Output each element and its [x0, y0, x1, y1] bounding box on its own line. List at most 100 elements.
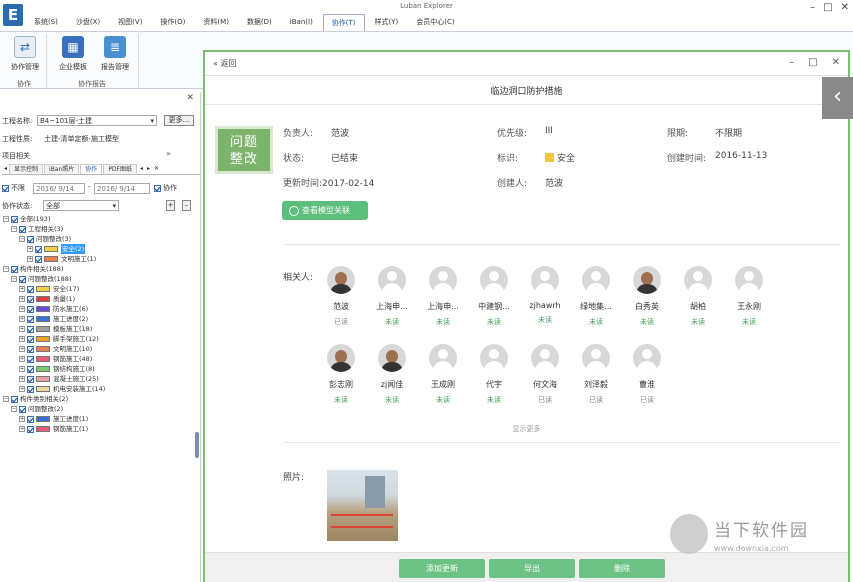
tab-iban-photo[interactable]: iBan照片 [44, 164, 80, 174]
tree-node[interactable]: − 问题整改(188) [11, 274, 71, 284]
show-more-link[interactable]: 显示更多 [205, 424, 848, 434]
menu-item[interactable]: 样式(Y) [367, 14, 407, 31]
project-name-select[interactable]: B4~101层-土建 ▾ [37, 115, 157, 126]
person-card[interactable]: 胡柏 未读 [676, 266, 720, 327]
panel-splitter[interactable] [195, 432, 199, 458]
view-model-link-button[interactable]: 查看模型关联 [282, 201, 368, 220]
tree-checkbox[interactable] [27, 365, 34, 373]
tree-node[interactable]: − 构件相关(188) [3, 264, 63, 274]
tree-checkbox[interactable] [11, 215, 18, 223]
checkbox[interactable] [154, 184, 161, 192]
expand-node-icon[interactable]: + [19, 376, 25, 382]
tab-prev-icon[interactable]: ◂ [138, 164, 145, 174]
collapse-node-icon[interactable]: − [19, 236, 25, 242]
tab-prev-icon[interactable]: ◂ [2, 164, 9, 174]
tab-next-icon[interactable]: ▸ [145, 164, 152, 174]
tree-checkbox[interactable] [27, 305, 34, 313]
tree-node[interactable]: − 构件类别相关(2) [3, 394, 68, 404]
status-filter-select[interactable]: 全部 ▾ [43, 200, 119, 211]
expand-node-icon[interactable]: + [19, 416, 25, 422]
tree-checkbox[interactable] [27, 335, 34, 343]
tree-checkbox[interactable] [27, 355, 34, 363]
tree-node[interactable]: − 工程相关(3) [11, 224, 63, 234]
menu-item[interactable]: iBan(I) [282, 14, 321, 31]
tree-checkbox[interactable] [35, 245, 42, 253]
person-card[interactable]: 彭志刚 未读 [319, 344, 363, 405]
tab-display[interactable]: 显示控制 [9, 164, 44, 174]
tree-checkbox[interactable] [27, 285, 34, 293]
expand-node-icon[interactable]: + [27, 246, 33, 252]
maximize-icon[interactable]: □ [823, 2, 832, 13]
tree-checkbox[interactable] [27, 315, 34, 323]
tree-checkbox[interactable] [27, 235, 34, 243]
tree-node[interactable]: + 防水施工(6) [19, 304, 88, 314]
person-card[interactable]: 王成刚 未读 [421, 344, 465, 405]
person-card[interactable]: zjhawrh 未读 [523, 266, 567, 325]
menu-item[interactable]: 系统(S) [26, 14, 66, 31]
person-card[interactable]: 白秀英 未读 [625, 266, 669, 327]
tab-collab[interactable]: 协作 [80, 164, 103, 174]
menu-item[interactable]: 数据(D) [239, 14, 280, 31]
person-card[interactable]: 上海申... 未读 [370, 266, 414, 327]
person-card[interactable]: 刘泽毅 已读 [574, 344, 618, 405]
tree-checkbox[interactable] [27, 325, 34, 333]
menu-item[interactable]: 视图(V) [110, 14, 150, 31]
menu-item[interactable]: 会员中心(C) [408, 14, 462, 31]
tree-checkbox[interactable] [35, 255, 42, 263]
menu-item[interactable]: 协作(T) [322, 14, 365, 31]
tree-checkbox[interactable] [27, 385, 34, 393]
expand-node-icon[interactable]: + [19, 316, 25, 322]
collapse-node-icon[interactable]: − [3, 396, 9, 402]
tree-node[interactable]: − 全部(193) [3, 214, 50, 224]
expand-node-icon[interactable]: + [19, 366, 25, 372]
expand-node-icon[interactable]: + [19, 306, 25, 312]
minimize-icon[interactable]: – [810, 2, 815, 13]
expand-node-icon[interactable]: + [19, 386, 25, 392]
tree-checkbox[interactable] [19, 225, 26, 233]
tab-close-icon[interactable]: ✕ [152, 164, 161, 174]
person-card[interactable]: 何文海 已读 [523, 344, 567, 405]
tree-node[interactable]: + 安全(17) [19, 284, 79, 294]
back-button[interactable]: « 返回 [213, 58, 236, 69]
expand-node-icon[interactable]: + [19, 426, 25, 432]
tree-checkbox[interactable] [11, 265, 18, 273]
collapse-node-icon[interactable]: − [3, 266, 9, 272]
expand-node-icon[interactable]: + [19, 286, 25, 292]
tree-node[interactable]: + 钢筋施工(48) [19, 354, 92, 364]
close-icon[interactable]: ✕ [832, 57, 840, 68]
tree-checkbox[interactable] [27, 345, 34, 353]
date-from-field[interactable]: 2016/ 9/14 [33, 183, 85, 194]
menu-item[interactable]: 操作(O) [152, 14, 193, 31]
tree-checkbox[interactable] [19, 405, 26, 413]
report-mgmt-button[interactable]: ≣ 报告管理 [96, 36, 134, 72]
maximize-icon[interactable]: □ [808, 57, 817, 68]
collapse-node-icon[interactable]: − [11, 226, 17, 232]
collapse-icon[interactable]: » [166, 149, 171, 158]
tree-checkbox[interactable] [27, 415, 34, 423]
tab-pdf[interactable]: PDF图纸 [103, 164, 138, 174]
expand-node-icon[interactable]: + [19, 336, 25, 342]
tree-checkbox[interactable] [27, 295, 34, 303]
tree-checkbox[interactable] [19, 275, 26, 283]
tree-node[interactable]: + 混凝土施工(25) [19, 374, 99, 384]
expand-node-icon[interactable]: + [19, 356, 25, 362]
expand-node-icon[interactable]: + [19, 346, 25, 352]
tree-node[interactable]: + 施工进度(1) [19, 414, 88, 424]
expand-node-icon[interactable]: + [19, 296, 25, 302]
unlimited-check[interactable]: 不限 [2, 183, 25, 193]
export-button[interactable]: 导出 [489, 559, 575, 578]
delete-button[interactable]: 删除 [579, 559, 665, 578]
issue-photo[interactable] [327, 470, 398, 541]
tree-checkbox[interactable] [27, 425, 34, 433]
person-card[interactable]: 绿地集... 未读 [574, 266, 618, 327]
tree-node[interactable]: + 安全(2) [27, 244, 86, 254]
person-card[interactable]: 代宇 未读 [472, 344, 516, 405]
person-card[interactable]: 中建钢... 未读 [472, 266, 516, 327]
menu-item[interactable]: 沙盘(X) [68, 14, 108, 31]
tree-checkbox[interactable] [27, 375, 34, 383]
checkbox[interactable] [2, 184, 9, 192]
minimize-icon[interactable]: – [789, 57, 794, 68]
collapse-node-icon[interactable]: − [3, 216, 9, 222]
close-icon[interactable]: ✕ [841, 2, 849, 13]
expand-node-icon[interactable]: + [27, 256, 33, 262]
